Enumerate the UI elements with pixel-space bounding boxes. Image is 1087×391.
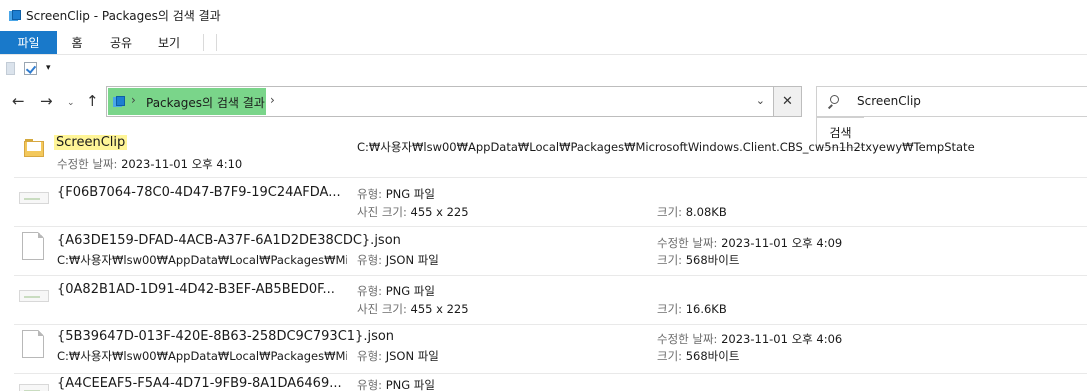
folder-icon [24,139,44,157]
file-size: 568바이트 [685,349,740,363]
type-label: 유형: [357,349,383,363]
customize-dropdown-icon[interactable]: ▾ [46,63,51,73]
dimensions-label: 사진 크기: [357,302,407,316]
ribbon-tabs: 파일 홈 공유 보기 검색 [0,31,1087,148]
search-results-icon [113,96,125,107]
image-thumbnail-icon [19,192,49,204]
tab-view[interactable]: 보기 [145,31,193,54]
back-arrow-icon[interactable]: ← [12,91,25,111]
close-search-button[interactable]: ✕ [774,86,802,117]
modified-label: 수정한 날짜: [57,157,118,171]
list-item[interactable]: {A4CEEAF5-F5A4-4D71-9FB9-8A1DA6469... 유형… [0,374,1087,391]
search-icon [827,95,839,109]
file-type: PNG 파일 [385,284,435,298]
file-type: PNG 파일 [385,378,435,391]
up-arrow-icon[interactable]: ↑ [86,91,99,111]
modified-label: 수정한 날짜: [657,236,718,250]
item-name[interactable]: {A4CEEAF5-F5A4-4D71-9FB9-8A1DA6469... [57,376,347,391]
item-name[interactable]: {A63DE159-DFAD-4ACB-A37F-6A1D2DE38CDC}.j… [57,233,617,248]
size-label: 크기: [657,205,683,219]
modified-date: 2023-11-01 오후 4:06 [721,332,843,346]
file-type: JSON 파일 [385,349,439,363]
window-title: ScreenClip - Packages의 검색 결과 [26,9,221,23]
dimensions-label: 사진 크기: [357,205,407,219]
results-list: ScreenClip 수정한 날짜: 2023-11-01 오후 4:10 C:… [0,128,1087,391]
address-dropdown-icon[interactable]: ⌄ [756,94,765,107]
close-icon: ✕ [782,94,793,109]
checkbox-icon[interactable] [24,61,37,75]
modified-date: 2023-11-01 오후 4:09 [721,236,843,250]
forward-arrow-icon[interactable]: → [40,91,53,111]
list-item[interactable]: {0A82B1AD-1D91-4D42-B3EF-AB5BED0F... 유형:… [0,276,1087,324]
type-label: 유형: [357,187,383,201]
quick-access-toolbar: ▾ [0,56,1087,80]
document-icon [22,330,44,358]
tab-file[interactable]: 파일 [0,31,57,54]
breadcrumb-current[interactable]: Packages의 검색 결과 [146,94,265,111]
file-size: 568바이트 [685,253,740,267]
properties-icon[interactable] [6,61,15,75]
image-dimensions: 455 x 225 [410,205,469,219]
breadcrumb-chevron-icon[interactable]: › [131,93,136,107]
size-label: 크기: [657,349,683,363]
list-item[interactable]: {F06B7064-78C0-4D47-B7F9-19C24AFDA... 유형… [0,178,1087,226]
file-type: PNG 파일 [385,187,435,201]
list-item[interactable]: {A63DE159-DFAD-4ACB-A37F-6A1D2DE38CDC}.j… [0,227,1087,275]
item-path: C:₩사용자₩lsw00₩AppData₩Local₩Packages₩Mic.… [57,349,347,363]
modified-label: 수정한 날짜: [657,332,718,346]
image-dimensions: 455 x 225 [410,302,469,316]
item-path: C:₩사용자₩lsw00₩AppData₩Local₩Packages₩Micr… [357,140,975,154]
item-name[interactable]: ScreenClip [54,135,128,150]
item-name[interactable]: {F06B7064-78C0-4D47-B7F9-19C24AFDA... [57,185,347,200]
item-path: C:₩사용자₩lsw00₩AppData₩Local₩Packages₩Mic.… [57,253,347,267]
file-size: 8.08KB [685,205,727,219]
size-label: 크기: [657,302,683,316]
modified-date: 2023-11-01 오후 4:10 [121,157,243,171]
document-icon [22,232,44,260]
recent-locations-chevron-icon[interactable]: ⌄ [67,93,75,113]
ribbon-divider [216,34,217,51]
tab-share[interactable]: 공유 [97,31,145,54]
file-size: 16.6KB [685,302,727,316]
breadcrumb-chevron-icon[interactable]: › [270,93,275,107]
list-item[interactable]: {5B39647D-013F-420E-8B63-258DC9C793C1}.j… [0,325,1087,373]
file-type: JSON 파일 [385,253,439,267]
type-label: 유형: [357,378,383,391]
title-bar: ScreenClip - Packages의 검색 결과 [0,0,1087,31]
list-item[interactable]: ScreenClip 수정한 날짜: 2023-11-01 오후 4:10 C:… [0,128,1087,177]
explorer-app-icon [9,10,21,21]
ribbon-divider [203,34,204,51]
search-box[interactable]: ScreenClip [816,86,1087,117]
type-label: 유형: [357,253,383,267]
size-label: 크기: [657,253,683,267]
item-name[interactable]: {0A82B1AD-1D91-4D42-B3EF-AB5BED0F... [57,282,347,297]
search-input[interactable]: ScreenClip [857,94,921,108]
address-bar[interactable]: › Packages의 검색 결과 › ⌄ [106,86,774,117]
item-name[interactable]: {5B39647D-013F-420E-8B63-258DC9C793C1}.j… [57,329,617,344]
type-label: 유형: [357,284,383,298]
tab-home[interactable]: 홈 [57,31,97,54]
image-thumbnail-icon [19,384,49,391]
image-thumbnail-icon [19,290,49,302]
